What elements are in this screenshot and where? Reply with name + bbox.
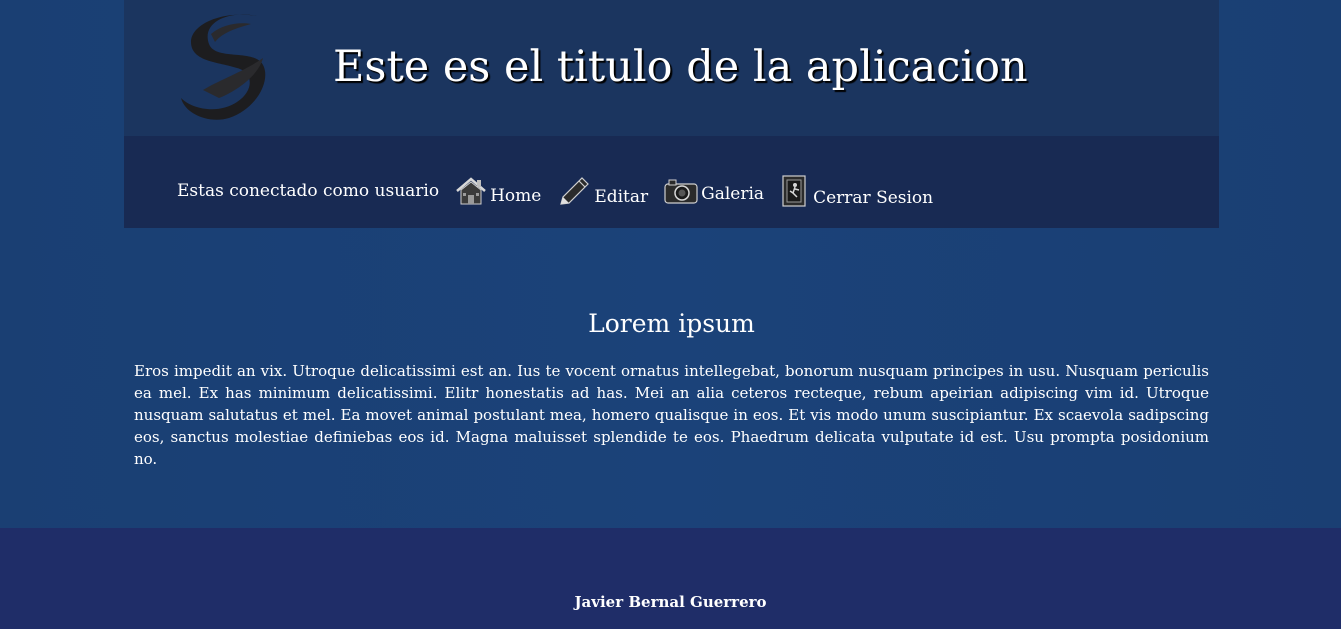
section-title: Lorem ipsum [588, 309, 755, 338]
nav-logout-label: Cerrar Sesion [813, 188, 934, 208]
app-title: Este es el titulo de la aplicacion [333, 42, 1028, 92]
nav-logout-link[interactable]: Cerrar Sesion [780, 174, 933, 208]
footer [0, 528, 1341, 629]
nav-home-label: Home [490, 186, 542, 206]
camera-icon [664, 179, 698, 204]
house-icon [456, 177, 486, 205]
nav-gallery-label: Galeria [701, 184, 765, 204]
body-paragraph: Eros impedit an vix. Utroque delicatissi… [134, 362, 1209, 468]
footer-author: Javier Bernal Guerrero [574, 593, 767, 611]
nav-gallery-link[interactable]: Galeria [664, 178, 764, 204]
nav-edit-link[interactable]: Editar [557, 175, 648, 207]
navbar: Estas conectado como usuario Home Editar [124, 136, 1219, 228]
logo [179, 10, 279, 125]
pencil-icon [560, 177, 590, 205]
header: Este es el titulo de la aplicacion [124, 0, 1219, 136]
nav-home-link[interactable]: Home [455, 176, 541, 206]
main-content: Lorem ipsum Eros impedit an vix. Utroque… [134, 308, 1209, 470]
page: Este es el titulo de la aplicacion Estas… [0, 0, 1341, 629]
brush-swirl-logo-icon [181, 14, 266, 120]
nav-edit-label: Editar [594, 187, 649, 207]
user-status-text: Estas conectado como usuario [177, 181, 440, 201]
exit-door-icon [782, 175, 806, 207]
